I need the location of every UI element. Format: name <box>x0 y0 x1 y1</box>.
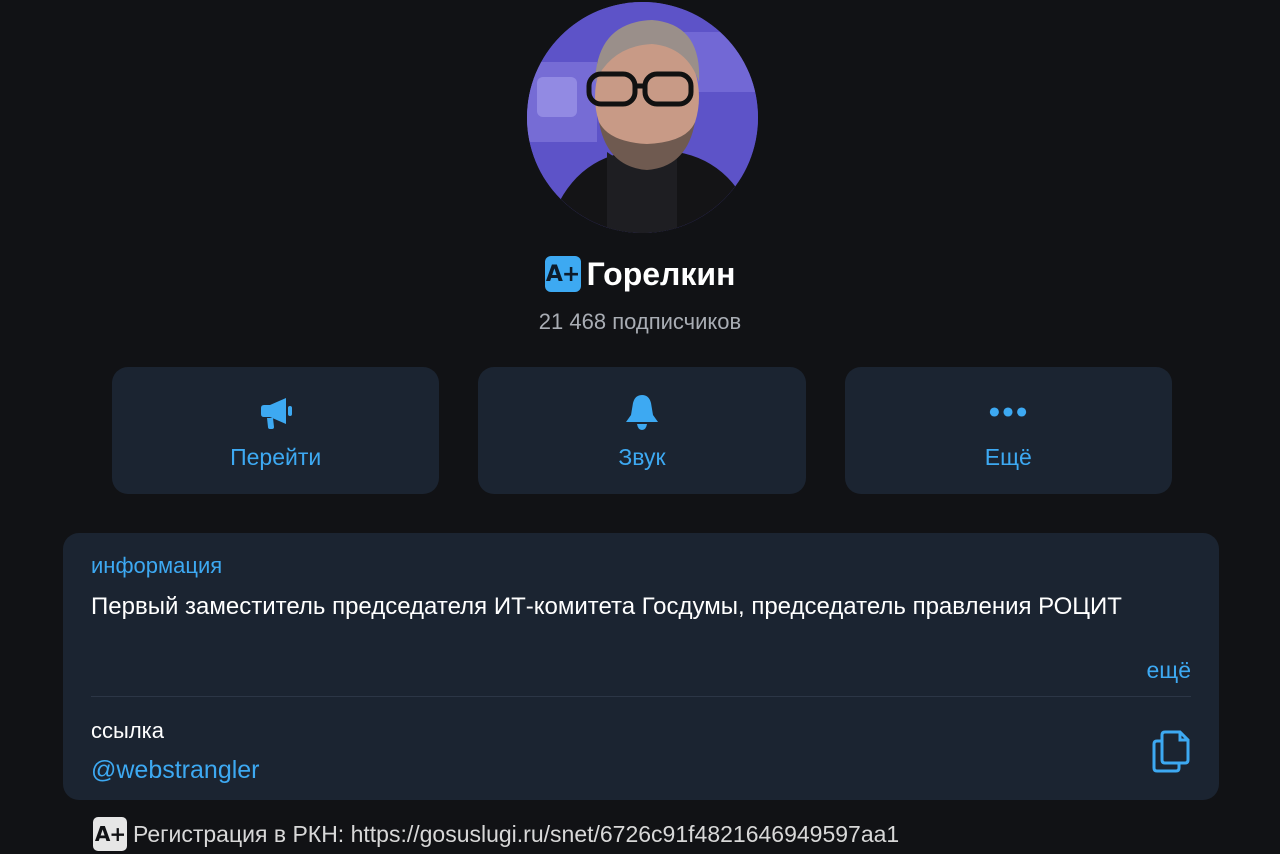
bell-icon <box>622 392 662 432</box>
rkn-registration-text[interactable]: Регистрация в РКН: https://gosuslugi.ru/… <box>133 821 899 848</box>
info-description[interactable]: Первый заместитель председателя ИТ-комит… <box>91 591 1201 623</box>
more-button[interactable]: Ещё <box>844 367 1172 494</box>
avatar[interactable] <box>527 2 758 233</box>
rkn-registration: A+ Регистрация в РКН: https://gosuslugi.… <box>93 816 899 852</box>
channel-profile: A+ Горелкин 21 468 подписчиков Перейти З <box>0 0 1280 854</box>
rkn-badge: A+ <box>93 817 127 851</box>
avatar-photo <box>527 2 758 233</box>
action-bar: Перейти Звук Ещё <box>112 367 1172 494</box>
more-label: Ещё <box>984 444 1032 470</box>
divider <box>91 696 1191 697</box>
channel-badge: A+ <box>544 256 581 292</box>
more-dots-icon <box>988 392 1028 432</box>
channel-title: A+ Горелкин <box>0 254 1280 294</box>
sound-button[interactable]: Звук <box>478 367 806 494</box>
show-more-link[interactable]: ещё <box>1146 657 1191 684</box>
go-to-channel-label: Перейти <box>230 444 322 470</box>
info-heading: информация <box>91 553 223 578</box>
megaphone-icon <box>256 392 296 432</box>
copy-icon[interactable] <box>1151 729 1191 773</box>
sound-label: Звук <box>618 444 666 470</box>
info-card: информация Первый заместитель председате… <box>63 533 1219 800</box>
go-to-channel-button[interactable]: Перейти <box>112 367 440 494</box>
link-heading: ссылка <box>91 718 164 743</box>
subscriber-count: 21 468 подписчиков <box>538 309 742 334</box>
channel-username-link[interactable]: @webstrangler <box>91 756 260 785</box>
channel-name: Горелкин <box>586 255 736 292</box>
